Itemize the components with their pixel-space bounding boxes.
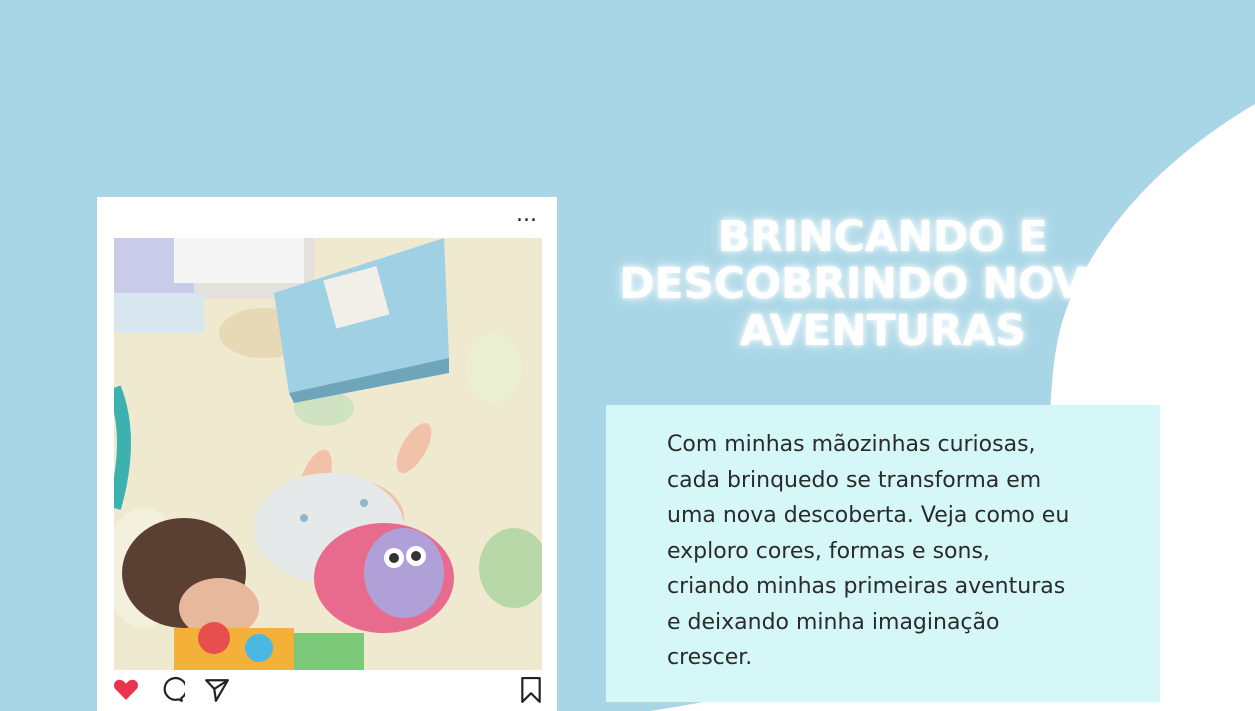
baby-playing-photo — [114, 238, 542, 670]
instagram-post-card: ... — [97, 197, 557, 711]
description-text: Com minhas mãozinhas curiosas, cada brin… — [667, 432, 1070, 670]
more-options-icon[interactable]: ... — [516, 204, 537, 226]
comment-icon[interactable] — [159, 677, 188, 707]
bookmark-icon[interactable] — [520, 677, 542, 707]
page-title: BRINCANDO E DESCOBRINDO NOVAS AVENTURAS — [619, 212, 1146, 356]
paper-plane-icon[interactable] — [204, 677, 230, 707]
description-box: Com minhas mãozinhas curiosas, cada brin… — [606, 405, 1160, 702]
post-actions-bar — [97, 675, 557, 705]
post-photo — [114, 238, 542, 670]
heart-filled-icon[interactable] — [113, 677, 139, 705]
